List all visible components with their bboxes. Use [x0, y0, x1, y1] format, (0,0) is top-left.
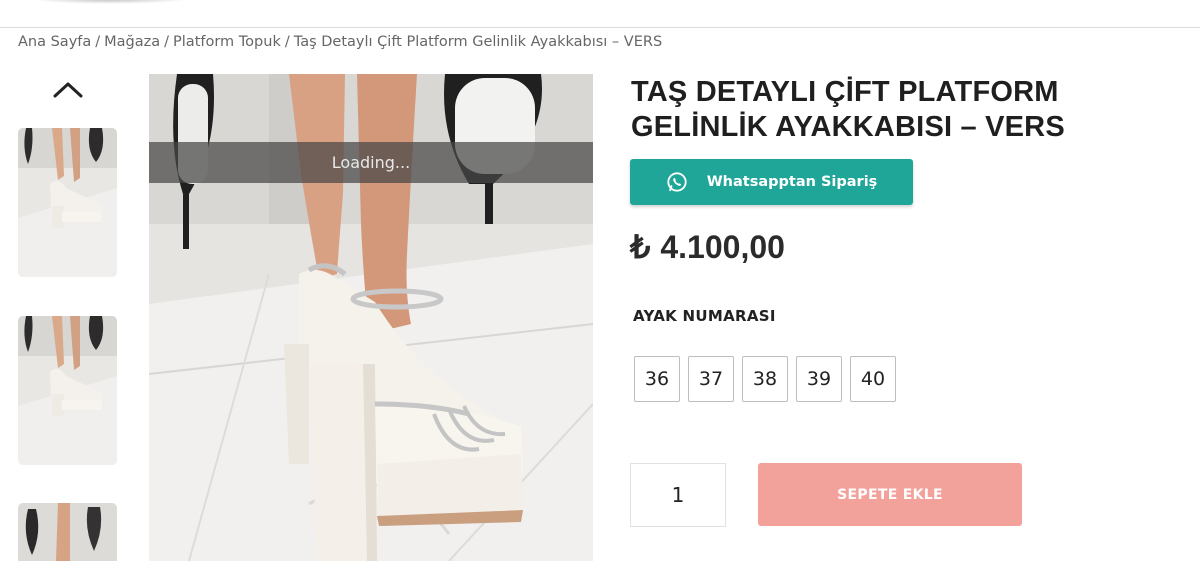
logo-remnant	[30, 0, 190, 4]
loading-overlay: Loading...	[149, 142, 593, 183]
thumbnail-2[interactable]	[18, 316, 117, 465]
whatsapp-button-label: Whatsapptan Sipariş	[706, 174, 878, 190]
size-option-40[interactable]: 40	[850, 356, 896, 402]
breadcrumb-category[interactable]: Platform Topuk	[173, 34, 281, 50]
breadcrumb-home[interactable]: Ana Sayfa	[18, 34, 91, 50]
quantity-input[interactable]: 1	[630, 463, 726, 527]
currency-symbol: ₺	[630, 229, 651, 265]
size-option-39[interactable]: 39	[796, 356, 842, 402]
top-header	[0, 0, 1200, 28]
product-main-image[interactable]: Loading...	[149, 74, 593, 561]
size-options: 36 37 38 39 40	[634, 356, 904, 402]
whatsapp-icon	[667, 172, 687, 192]
size-option-36[interactable]: 36	[634, 356, 680, 402]
price-value: 4.100,00	[660, 229, 785, 265]
product-price: ₺ 4.100,00	[630, 228, 785, 266]
breadcrumb-separator: /	[284, 34, 290, 50]
size-label: AYAK NUMARASI	[633, 307, 776, 325]
breadcrumb-current: Taş Detaylı Çift Platform Gelinlik Ayakk…	[293, 34, 663, 50]
whatsapp-order-button[interactable]: Whatsapptan Sipariş	[630, 159, 913, 205]
product-title: TAŞ DETAYLI ÇİFT PLATFORM GELİNLİK AYAKK…	[631, 76, 1065, 143]
breadcrumb-separator: /	[164, 34, 170, 50]
size-option-38[interactable]: 38	[742, 356, 788, 402]
add-to-cart-button[interactable]: SEPETE EKLE	[758, 463, 1022, 526]
chevron-up-icon[interactable]	[50, 76, 86, 104]
size-option-37[interactable]: 37	[688, 356, 734, 402]
thumbnail-3[interactable]	[18, 503, 117, 561]
thumbnail-1[interactable]	[18, 128, 117, 277]
breadcrumb: Ana Sayfa / Mağaza / Platform Topuk / Taş Deta…	[18, 34, 662, 50]
breadcrumb-shop[interactable]: Mağaza	[104, 34, 160, 50]
breadcrumb-separator: /	[95, 34, 101, 50]
